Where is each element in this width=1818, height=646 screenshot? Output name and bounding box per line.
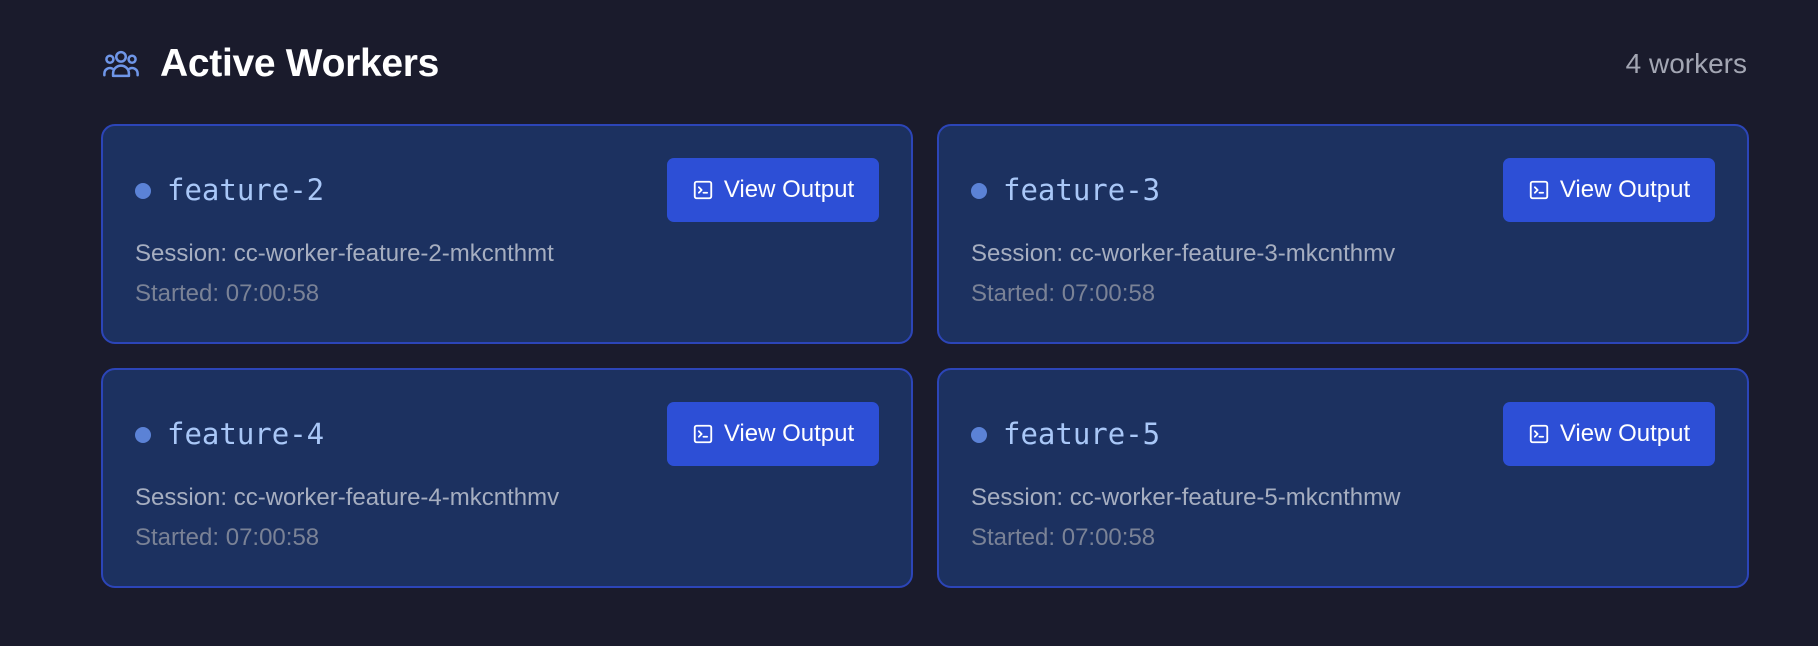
view-output-button[interactable]: View Output xyxy=(1503,158,1715,222)
users-icon xyxy=(101,44,141,84)
view-output-label: View Output xyxy=(1559,420,1691,447)
session-id: Session: cc-worker-feature-2-mkcnthmt xyxy=(135,240,554,267)
session-id: Session: cc-worker-feature-4-mkcnthmv xyxy=(135,484,560,511)
status-dot xyxy=(971,427,987,443)
worker-card: feature-2 View Output Session: cc-worker… xyxy=(101,124,913,344)
page-title: Active Workers xyxy=(160,42,440,85)
started-time: Started: 07:00:58 xyxy=(971,524,1156,551)
worker-card: feature-4 View Output Session: cc-worker… xyxy=(101,368,913,588)
workers-grid: feature-2 View Output Session: cc-worker… xyxy=(101,124,1749,588)
started-time: Started: 07:00:58 xyxy=(135,524,320,551)
terminal-icon xyxy=(692,423,714,445)
worker-count: 4 workers xyxy=(1625,48,1747,79)
worker-name: feature-5 xyxy=(1003,417,1161,451)
panel-header: Active Workers 4 workers xyxy=(101,36,1749,92)
status-dot xyxy=(135,427,151,443)
started-time: Started: 07:00:58 xyxy=(135,280,320,307)
view-output-label: View Output xyxy=(723,176,855,203)
worker-name: feature-3 xyxy=(1003,173,1161,207)
terminal-icon xyxy=(1528,179,1550,201)
worker-card: feature-5 View Output Session: cc-worker… xyxy=(937,368,1749,588)
session-id: Session: cc-worker-feature-3-mkcnthmv xyxy=(971,240,1396,267)
terminal-icon xyxy=(1528,423,1550,445)
worker-card: feature-3 View Output Session: cc-worker… xyxy=(937,124,1749,344)
terminal-icon xyxy=(692,179,714,201)
status-dot xyxy=(971,183,987,199)
started-time: Started: 07:00:58 xyxy=(971,280,1156,307)
status-dot xyxy=(135,183,151,199)
view-output-button[interactable]: View Output xyxy=(1503,402,1715,466)
worker-name: feature-2 xyxy=(167,173,325,207)
worker-name: feature-4 xyxy=(167,417,325,451)
view-output-button[interactable]: View Output xyxy=(667,402,879,466)
view-output-button[interactable]: View Output xyxy=(667,158,879,222)
header-title-group: Active Workers xyxy=(101,42,439,86)
session-id: Session: cc-worker-feature-5-mkcnthmw xyxy=(971,484,1401,511)
view-output-label: View Output xyxy=(723,420,855,447)
view-output-label: View Output xyxy=(1559,176,1691,203)
